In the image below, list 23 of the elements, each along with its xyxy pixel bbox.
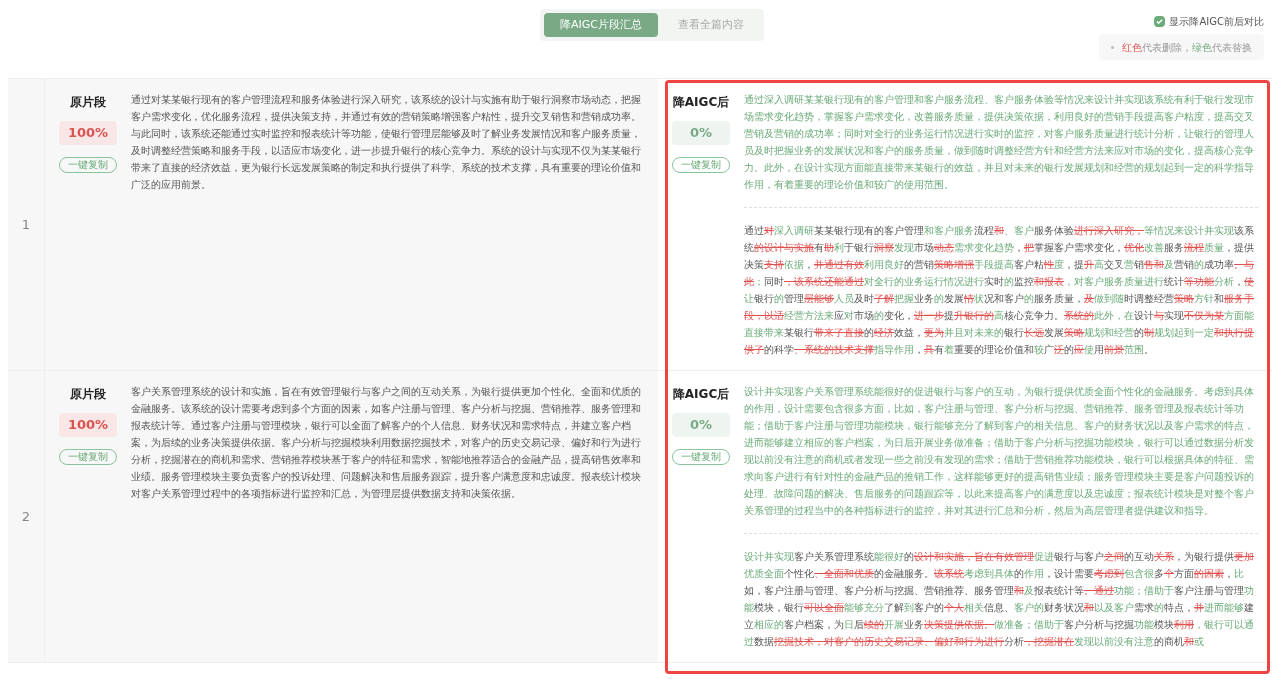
row-number: 1: [8, 79, 45, 370]
diff-paragraph: 设计并实现客户关系管理系统能很好的设计和实施，旨在有效管理促进银行与客户之间的互动关系，为银行提供更加 优质全面个性化、全面和优质的金融服务。该系统考虑到具体的作用，设计需要考虑到包含很多个方面的因素，比 如，客户注册与管理、客户分析与挖掘、营销推荐、服务管理和及报表统计等。通过功能；借助于客户注册与管理功能模块，银行可以全面能够充分了解到客户的个人相关信息、客户的财务状况和以及客户需求的特点，并进而能够建立相应的客户档案，为日后续的开展业务决策提供依据。做准备；借助于客户分析与挖掘功能模块利用，银行可以通过数据挖掘技术，对客户的历史交易记录、偏好和行为进行分析，挖掘潜在发现以前没有注意的商机和或: [744, 549, 1255, 649]
tab[interactable]: 查看全篇内容: [662, 13, 760, 37]
checkbox-label: 显示降AIGC前后对比: [1169, 15, 1264, 29]
tab[interactable]: 降AIGC片段汇总: [544, 13, 658, 37]
column-label: 原片段: [70, 94, 106, 111]
checkmark-icon: [1155, 17, 1165, 26]
rewritten-paragraph: 设计并实现客户关系管理系统能很好的促进银行与客户的互动，为银行提供优质全面个性化的金融服务。考虑到具体的作用，设计需要包含很多方面，比如，客户注册与管理、客户分析与挖掘、营销推荐、服务管理及报表统计等功能；借助于客户注册与管理功能模块，银行能够充分了解到客户的相关信息、客户的财务状况以及客户需求的特点，进而能够建立相应的客户档案，为日后开展业务做准备；借助于客户分析与挖掘功能模块，银行可以通过数据分析发现以前没有注意的商机或者发现一些之前没有发现的需求；借助于营销推荐功能模块，银行可以根据具体的特征、需求向客户进行有针对性的金融产品的推销工作，这样能够更好的提高销售业绩；服务管理模块主要是客户问题投诉的处理、故障问题的解决、售后服务的问题跟踪等，以此来提高客户的满意度以及忠诚度；报表统计模块是对整个客户关系管理的过程当中的各种指标进行的监控，并对其进行汇总和分析，然后为高层管理者提供建议和指导。: [744, 384, 1255, 518]
ai-score: 0%: [672, 121, 730, 145]
original-paragraph: 通过对某某银行现有的客户管理流程和服务体验进行深入研究，该系统的设计与实施有助于银行洞察市场动态，把握客户需求变化，优化服务流程，提供决策支持，并通过有效的营销策略增强客户粘性，提升交叉销售和营销成功率。与此同时，该系统还能通过实时监控和报表统计等功能，使银行管理层能够及时了解业务发展情况和客户服务质量，及时调整经营策略和服务手段，以适应市场变化，进一步提升银行的核心竞争力。系统的设计与实现不仅为某某银行带来了直接的经济效益，更为银行长远发展策略的制定和执行提供了科学、系统的技术支撑，具有重要的理论价值和广泛的应用前景。: [131, 92, 642, 192]
column-label: 降AIGC后: [672, 94, 730, 111]
ai-score: 100%: [59, 121, 117, 145]
ai-score: 100%: [59, 413, 117, 437]
rewritten-paragraph: 通过深入调研某某银行现有的客户管理和客户服务流程、客户服务体验等情况来设计并实现该系统有利于银行发现市场需求变化趋势，掌握客户需求变化，改善服务质量，提供决策依据，利用良好的营销手段提高客户粘度，提高交叉营销及营销的成功率；同时对全行的业务运行情况进行实时的监控，对客户服务质量进行统计分析，让银行的管理人员及时把握业务的发展状况和客户的服务质量，做到随时调整经营方针和经营方法来应对市场的变化，提高核心竞争力。此外，在设计实现方面能直接带来某银行的效益，并且对未来的银行发展规划和经营的规划起到一定的科学指导作用，有着重要的理论价值和较广的使用范围。: [744, 92, 1255, 192]
original-paragraph: 客户关系管理系统的设计和实施，旨在有效管理银行与客户之间的互动关系，为银行提供更加个性化、全面和优质的金融服务。该系统的设计需要考虑到多个方面的因素，如客户注册与管理、客户分析与挖掘、营销推荐、服务管理和报表统计等。通过客户注册与管理模块，银行可以全面了解客户的个人信息、财务状况和需求特点，并建立客户档案，为后续的业务决策提供依据。客户分析与挖掘模块利用数据挖掘技术，对客户的历史交易记录、偏好和行为进行分析，挖掘潜在的商机和需求。营销推荐模块基于客户的特征和需求，智能地推荐适合的金融产品，提高销售效率和业绩。服务管理模块主要负责客户的投诉处理、问题解决和售后服务跟踪，提升客户满意度和忠诚度。报表统计模块对客户关系管理过程中的各项指标进行监控和汇总，为管理层提供数据支持和决策依据。: [131, 384, 642, 501]
legend-text: 红色代表删除，绿色代表替换: [1122, 40, 1252, 55]
diff-paragraph: 通过对深入调研某某银行现有的客户管理和客户服务流程和、客户服务体验进行深入研究，等情况来设计并实现该系统的设计与实施有助利于银行洞察发现市场动态需求变化趋势，把掌握客户需求变化，优化改善服务流程质量，提供决策支持依据，并通过有效利用良好的营销策略增强手段提高客户粘性度，提升高交叉营销售和及营销的成功率。与此；同时，该系统还能通过对全行的业务运行情况进行实时的监控和报表，对客户服务质量进行统计等功能分析，使 让银行的管理层能够人员及时了解把握业务的发展情状况和客户的服务质量，及做到随时调整经营策略方针和服务手段，以适经营方法来应对市场的变化，进一步提升银行的高核心竞争力。系统的此外，在设计与实现不仅为某方面能直接带来某银行带来了直接的经济效益，更为并且对未来的银行长远发展策略规划和经营的制规划起到一定和执行提供了的科学、系统的技术支撑指导作用，具有着重要的理论价值和较广泛的应使用前景范围。: [744, 223, 1255, 357]
bullet-icon: [1111, 45, 1114, 49]
checkbox[interactable]: [1154, 16, 1166, 27]
ai-score: 0%: [672, 413, 730, 437]
column-label: 降AIGC后: [672, 386, 730, 403]
row-number: 2: [8, 371, 45, 662]
column-label: 原片段: [70, 386, 106, 403]
